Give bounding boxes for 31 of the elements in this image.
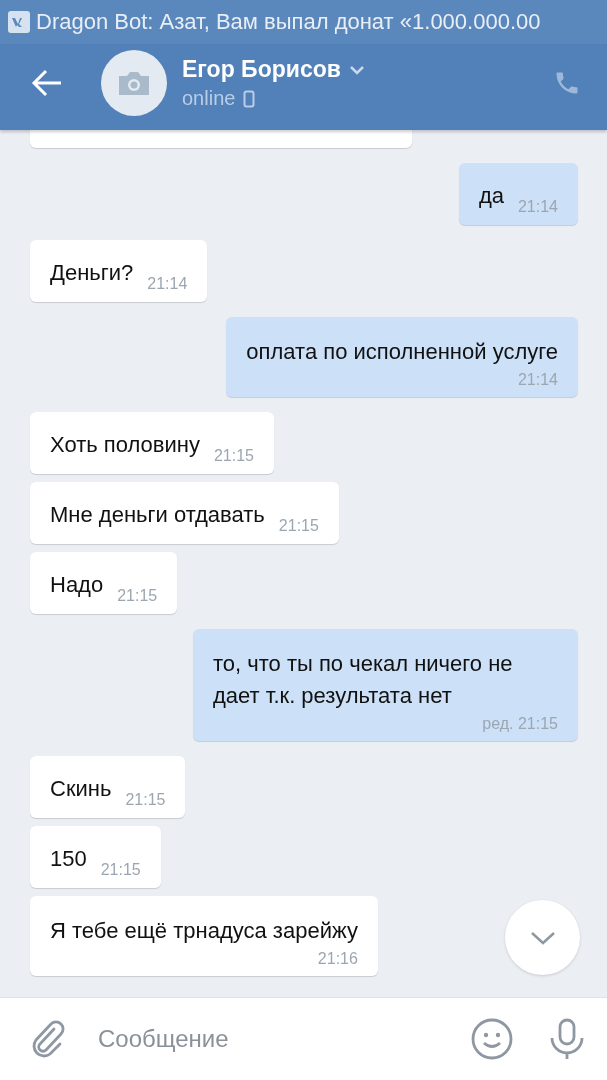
online-status: online	[182, 87, 236, 110]
smiley-icon[interactable]	[471, 1018, 513, 1060]
phone-device-icon	[243, 89, 256, 108]
message-time: 21:14	[147, 275, 188, 293]
message-text: то, что ты по чекал ничего не дает т.к. результата нет	[213, 650, 514, 710]
message-time: 21:15	[213, 447, 254, 465]
chevron-down-icon[interactable]	[348, 64, 365, 75]
message-text: Мне деньги отдавать	[50, 501, 265, 529]
message-text: Я тебе ещё трнадуса зарейжу	[50, 917, 358, 945]
paperclip-icon[interactable]	[30, 1020, 66, 1058]
microphone-icon[interactable]	[549, 1018, 585, 1060]
message-text: оплата по исполненной услуге	[246, 338, 558, 366]
message-text: Надо	[50, 571, 104, 599]
notification-text: Dragon Bot: Азат, Вам выпал донат «1.000.000.00	[36, 9, 541, 35]
chevron-down-icon	[529, 930, 556, 945]
message-time: 21:15	[125, 791, 166, 809]
message-time: 21:15	[100, 861, 141, 879]
contact-name[interactable]: Егор Борисов	[182, 56, 341, 83]
message-time: 21:15	[117, 587, 158, 605]
message-text: 150	[50, 845, 87, 873]
message-text: Хоть половину	[50, 431, 200, 459]
message-text: да	[478, 182, 504, 210]
message-time: 21:14	[517, 198, 558, 216]
message-text: Деньги?	[50, 259, 134, 287]
message-time: ред. 21:15	[482, 715, 558, 733]
message-time: 21:16	[317, 950, 358, 968]
message-time: 21:15	[278, 517, 319, 535]
message-time: 21:14	[517, 371, 558, 389]
vk-logo-icon	[8, 11, 30, 33]
camera-icon	[117, 70, 151, 96]
message-text: Скинь	[50, 775, 112, 803]
